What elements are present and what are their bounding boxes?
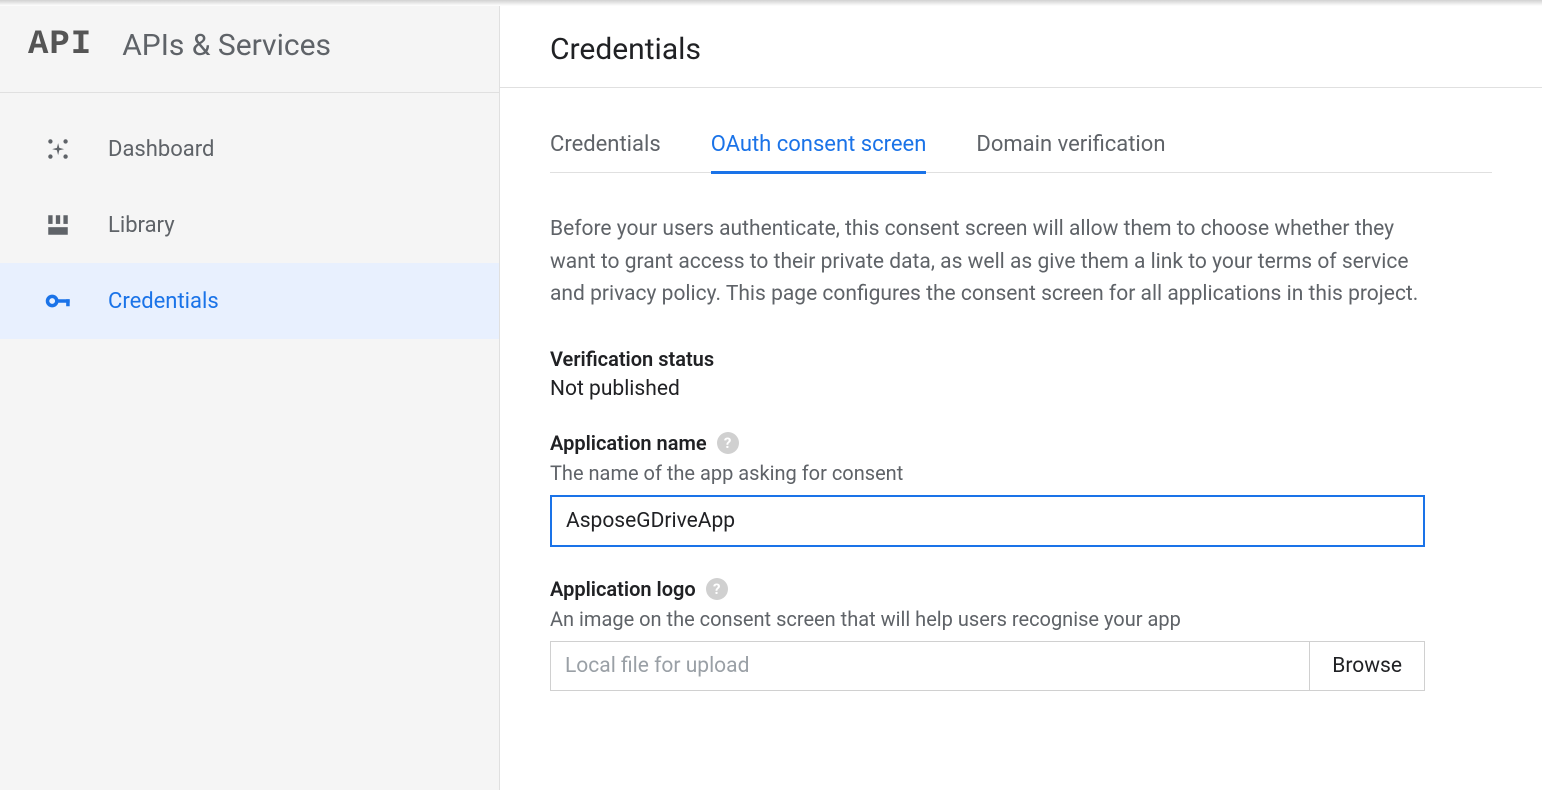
api-logo: API xyxy=(28,26,92,64)
sidebar-item-dashboard[interactable]: Dashboard xyxy=(0,111,499,187)
application-name-label-text: Application name xyxy=(550,431,707,455)
tab-credentials[interactable]: Credentials xyxy=(550,118,661,174)
sidebar-item-library[interactable]: Library xyxy=(0,187,499,263)
sidebar-item-label: Credentials xyxy=(108,289,219,314)
application-logo-block: Application logo ? An image on the conse… xyxy=(550,577,1492,691)
content-area: Credentials OAuth consent screen Domain … xyxy=(500,88,1542,721)
application-logo-file-row: Browse xyxy=(550,641,1425,691)
sidebar-nav: Dashboard Library xyxy=(0,93,499,339)
browse-button[interactable]: Browse xyxy=(1309,641,1425,691)
verification-status-label: Verification status xyxy=(550,347,1492,371)
sidebar-item-label: Dashboard xyxy=(108,137,214,162)
verification-status-label-text: Verification status xyxy=(550,347,714,371)
intro-text: Before your users authenticate, this con… xyxy=(550,213,1430,311)
sidebar-item-credentials[interactable]: Credentials xyxy=(0,263,499,339)
app-container: API APIs & Services Dashboard xyxy=(0,6,1542,790)
application-logo-label-text: Application logo xyxy=(550,577,696,601)
tab-domain-verification[interactable]: Domain verification xyxy=(976,118,1165,174)
application-logo-file-input[interactable] xyxy=(550,641,1309,691)
tab-oauth-consent[interactable]: OAuth consent screen xyxy=(711,118,927,174)
verification-status-block: Verification status Not published xyxy=(550,347,1492,401)
tab-bar: Credentials OAuth consent screen Domain … xyxy=(550,118,1492,173)
page-title: Credentials xyxy=(550,32,1492,67)
application-name-block: Application name ? The name of the app a… xyxy=(550,431,1492,547)
library-icon xyxy=(44,211,72,239)
dashboard-icon xyxy=(44,135,72,163)
help-icon[interactable]: ? xyxy=(706,578,728,600)
key-icon xyxy=(44,287,72,315)
main-header: Credentials xyxy=(500,6,1542,88)
application-name-label: Application name ? xyxy=(550,431,1492,455)
sidebar-item-label: Library xyxy=(108,213,175,238)
application-logo-helper: An image on the consent screen that will… xyxy=(550,607,1492,631)
application-logo-label: Application logo ? xyxy=(550,577,1492,601)
help-icon[interactable]: ? xyxy=(717,432,739,454)
main-content: Credentials Credentials OAuth consent sc… xyxy=(500,6,1542,790)
sidebar: API APIs & Services Dashboard xyxy=(0,6,500,790)
verification-status-value: Not published xyxy=(550,377,1492,401)
sidebar-title: APIs & Services xyxy=(122,28,331,63)
application-name-input[interactable] xyxy=(550,495,1425,547)
sidebar-header: API APIs & Services xyxy=(0,6,499,93)
application-name-helper: The name of the app asking for consent xyxy=(550,461,1492,485)
